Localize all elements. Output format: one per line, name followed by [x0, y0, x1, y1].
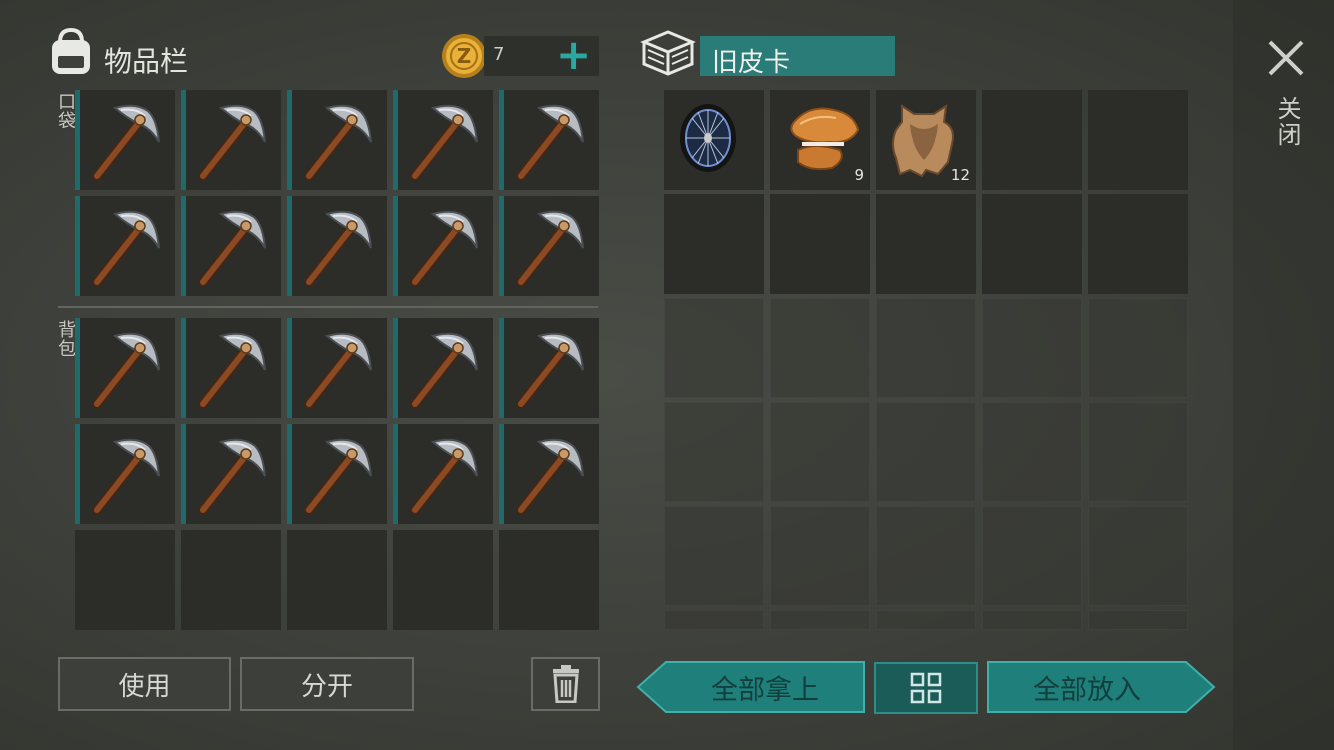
inventory-slot-pickaxe[interactable]	[181, 424, 281, 524]
container-slot-empty[interactable]	[876, 298, 976, 398]
container-slot-empty[interactable]	[770, 194, 870, 294]
inventory-slot-pickaxe[interactable]	[393, 196, 493, 296]
inventory-slot-pickaxe[interactable]	[393, 424, 493, 524]
section-divider	[58, 306, 598, 308]
inventory-slot-pickaxe[interactable]	[181, 90, 281, 190]
inventory-slot-pickaxe[interactable]	[75, 90, 175, 190]
inventory-slot-pickaxe[interactable]	[499, 424, 599, 524]
container-slot-empty[interactable]	[1088, 402, 1188, 502]
sort-button[interactable]	[874, 662, 978, 714]
close-icon	[1268, 40, 1304, 76]
container-slot-empty[interactable]	[664, 506, 764, 606]
container-slot-empty[interactable]	[1088, 194, 1188, 294]
container-slot-empty[interactable]	[770, 298, 870, 398]
inventory-slot-empty[interactable]	[75, 530, 175, 630]
inventory-slot-pickaxe[interactable]	[287, 196, 387, 296]
container-slot-empty[interactable]	[664, 298, 764, 398]
container-slot-empty[interactable]	[982, 90, 1082, 190]
close-label: 关闭	[1273, 96, 1301, 148]
use-button[interactable]: 使用	[58, 657, 231, 711]
coin-icon: Z	[440, 32, 488, 80]
container-slot-empty[interactable]	[770, 506, 870, 606]
container-slot-empty[interactable]	[664, 610, 764, 630]
container-slot-empty[interactable]	[876, 610, 976, 630]
container-slot-empty[interactable]	[1088, 298, 1188, 398]
inventory-slot-pickaxe[interactable]	[393, 90, 493, 190]
container-slot-empty[interactable]	[1088, 610, 1188, 630]
inventory-slot-pickaxe[interactable]	[181, 196, 281, 296]
svg-text:Z: Z	[457, 44, 472, 68]
close-button[interactable]: 关闭	[1262, 34, 1312, 164]
trash-button[interactable]	[531, 657, 600, 711]
grid-sort-icon	[910, 672, 942, 704]
container-slot-empty[interactable]	[876, 194, 976, 294]
put-all-button[interactable]: 全部放入	[986, 660, 1216, 714]
wheel-icon	[674, 100, 742, 180]
container-slot-empty[interactable]	[982, 402, 1082, 502]
container-slot-wheel[interactable]	[664, 90, 764, 190]
inventory-slot-pickaxe[interactable]	[499, 196, 599, 296]
inventory-slot-pickaxe[interactable]	[287, 424, 387, 524]
inventory-slot-pickaxe[interactable]	[287, 90, 387, 190]
container-slot-animal-hide[interactable]: 12	[876, 90, 976, 190]
inventory-slot-empty[interactable]	[181, 530, 281, 630]
container-name: 旧皮卡	[712, 48, 791, 78]
trash-icon	[552, 665, 579, 703]
container-slot-empty[interactable]	[770, 402, 870, 502]
fox-fur-icon	[780, 100, 864, 184]
inventory-slot-pickaxe[interactable]	[75, 424, 175, 524]
container-slot-empty[interactable]	[876, 506, 976, 606]
inventory-slot-empty[interactable]	[393, 530, 493, 630]
container-icon	[640, 28, 696, 78]
inventory-slot-empty[interactable]	[499, 530, 599, 630]
put-all-label: 全部放入	[1033, 674, 1141, 706]
container-slot-empty[interactable]	[982, 506, 1082, 606]
backpack-icon	[46, 26, 96, 78]
item-count: 9	[854, 166, 864, 184]
container-slot-empty[interactable]	[1088, 90, 1188, 190]
split-button[interactable]: 分开	[240, 657, 414, 711]
container-slot-empty[interactable]	[1088, 506, 1188, 606]
inventory-slot-pickaxe[interactable]	[499, 90, 599, 190]
container-slot-empty[interactable]	[770, 610, 870, 630]
inventory-slot-pickaxe[interactable]	[499, 318, 599, 418]
item-count: 12	[950, 166, 970, 184]
container-slot-empty[interactable]	[982, 298, 1082, 398]
inventory-slot-pickaxe[interactable]	[75, 318, 175, 418]
container-slot-empty[interactable]	[982, 194, 1082, 294]
container-slot-empty[interactable]	[664, 194, 764, 294]
inventory-slot-pickaxe[interactable]	[181, 318, 281, 418]
container-slot-empty[interactable]	[664, 402, 764, 502]
add-coins-button[interactable]: +	[556, 30, 591, 80]
take-all-label: 全部拿上	[711, 674, 819, 706]
inventory-title: 物品栏	[104, 45, 189, 78]
container-slot-empty[interactable]	[876, 402, 976, 502]
inventory-slot-pickaxe[interactable]	[287, 318, 387, 418]
coin-count: 7	[493, 44, 505, 65]
container-slot-fox-fur[interactable]: 9	[770, 90, 870, 190]
container-slot-empty[interactable]	[982, 610, 1082, 630]
inventory-slot-pickaxe[interactable]	[75, 196, 175, 296]
inventory-slot-empty[interactable]	[287, 530, 387, 630]
inventory-slot-pickaxe[interactable]	[393, 318, 493, 418]
take-all-button[interactable]: 全部拿上	[636, 660, 866, 714]
